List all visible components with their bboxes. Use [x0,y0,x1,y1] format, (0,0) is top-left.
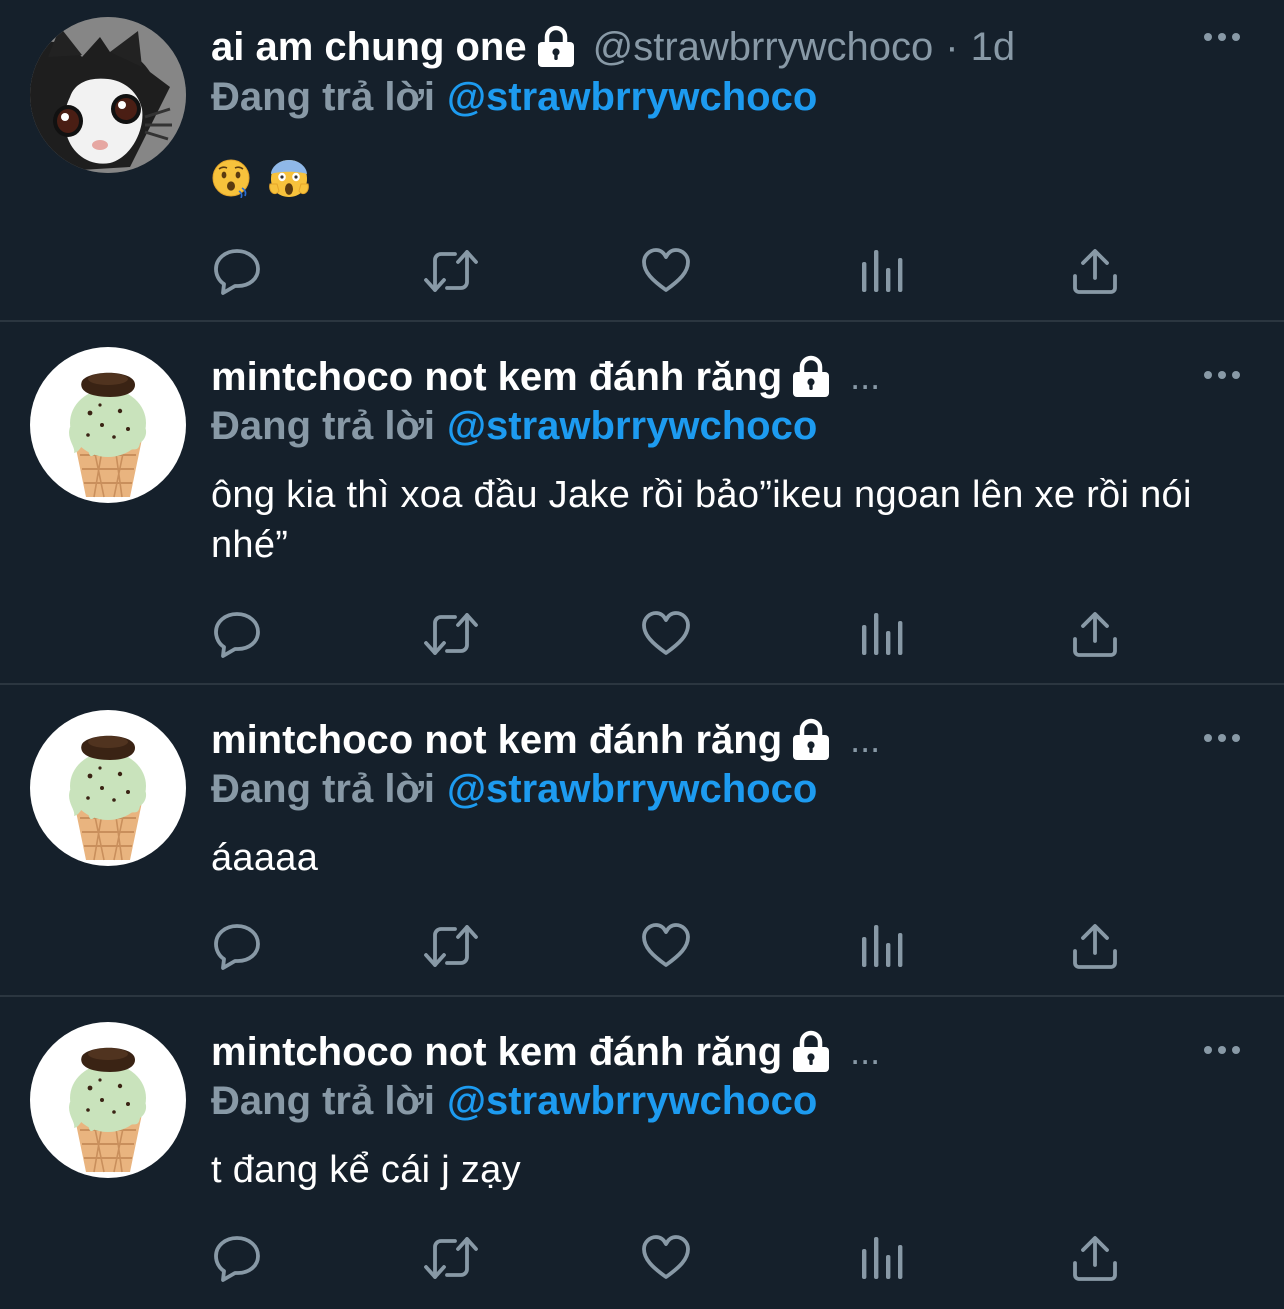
replying-to: Đang trả lời @strawbrrywchoco [211,401,817,451]
replying-to: Đang trả lời @strawbrrywchoco [211,72,817,122]
avatar[interactable] [30,17,186,173]
separator-dot: · [945,24,959,69]
tweet-header: mintchoco not kem đánh răng ... [211,1027,880,1077]
retweet-button[interactable] [423,246,479,296]
display-name[interactable]: ai am chung one [211,25,527,70]
like-button[interactable] [640,246,692,296]
user-handle[interactable]: @strawbrrywchoco [593,25,934,70]
analytics-button[interactable] [855,246,907,296]
analytics-icon [855,921,907,971]
reply-prefix: Đang trả lời [211,404,436,448]
reply-icon [211,246,263,296]
analytics-icon [855,1233,907,1283]
share-button[interactable] [1069,921,1121,971]
tweet-header: mintchoco not kem đánh răng ... [211,352,880,402]
display-name[interactable]: mintchoco not kem đánh răng [211,1030,782,1075]
tweet-text: ông kia thì xoa đầu Jake rồi bảo”ikeu ng… [211,474,1192,566]
lock-icon [790,1030,832,1074]
tweet-actions [211,921,1131,971]
analytics-button[interactable] [855,1233,907,1283]
like-icon [640,1233,692,1283]
mint-ice-cream-avatar-image [30,1022,186,1178]
reply-handle-link[interactable]: @strawbrrywchoco [447,75,817,119]
share-button[interactable] [1069,609,1121,659]
reply-handle-link[interactable]: @strawbrrywchoco [447,404,817,448]
more-options-icon[interactable] [1202,731,1242,745]
reply-button[interactable] [211,921,263,971]
replying-to: Đang trả lời @strawbrrywchoco [211,1076,817,1126]
analytics-icon [855,246,907,296]
retweet-button[interactable] [423,921,479,971]
share-icon [1069,246,1121,296]
lock-icon [790,718,832,762]
tweet-header: mintchoco not kem đánh răng ... [211,715,880,765]
screaming-face-emoji [269,158,309,198]
reply-handle-link[interactable]: @strawbrrywchoco [447,767,817,811]
share-button[interactable] [1069,246,1121,296]
like-button[interactable] [640,921,692,971]
avatar[interactable] [30,1022,186,1178]
like-icon [640,921,692,971]
avatar[interactable] [30,710,186,866]
lock-icon [790,355,832,399]
display-name[interactable]: mintchoco not kem đánh răng [211,718,782,763]
display-name[interactable]: mintchoco not kem đánh răng [211,355,782,400]
reply-icon [211,921,263,971]
retweet-button[interactable] [423,609,479,659]
avatar[interactable] [30,347,186,503]
tweet-actions [211,609,1131,659]
tweet-text: t đang kể cái j zạy [211,1149,521,1191]
tweet-actions [211,246,1131,296]
reply-button[interactable] [211,1233,263,1283]
truncated-ellipsis: ... [850,356,881,397]
like-icon [640,246,692,296]
share-icon [1069,1233,1121,1283]
analytics-button[interactable] [855,921,907,971]
cat-avatar-image [30,17,186,173]
lock-icon [535,25,577,69]
more-options-icon[interactable] [1202,30,1242,44]
reply-prefix: Đang trả lời [211,75,436,119]
retweet-icon [423,246,479,296]
tweet-header: ai am chung one @strawbrrywchoco · 1d [211,22,1015,72]
tweet-time[interactable]: 1d [971,25,1016,70]
hushed-face-emoji [211,158,251,198]
reply-button[interactable] [211,609,263,659]
tweet[interactable]: mintchoco not kem đánh răng ... Đang trả… [0,685,1284,997]
replying-to: Đang trả lời @strawbrrywchoco [211,764,817,814]
tweet[interactable]: mintchoco not kem đánh răng ... Đang trả… [0,322,1284,685]
reply-prefix: Đang trả lời [211,767,436,811]
share-icon [1069,921,1121,971]
like-button[interactable] [640,609,692,659]
tweet-text [211,158,309,198]
reply-handle-link[interactable]: @strawbrrywchoco [447,1079,817,1123]
share-icon [1069,609,1121,659]
truncated-ellipsis: ... [850,1031,881,1072]
tweet-actions [211,1233,1131,1283]
analytics-icon [855,609,907,659]
tweet[interactable]: mintchoco not kem đánh răng ... Đang trả… [0,997,1284,1309]
like-button[interactable] [640,1233,692,1283]
reply-icon [211,609,263,659]
mint-ice-cream-avatar-image [30,347,186,503]
tweet-text: áaaaa [211,837,319,879]
more-options-icon[interactable] [1202,1043,1242,1057]
tweet[interactable]: ai am chung one @strawbrrywchoco · 1d Đa… [0,0,1284,322]
share-button[interactable] [1069,1233,1121,1283]
truncated-ellipsis: ... [850,719,881,760]
analytics-button[interactable] [855,609,907,659]
like-icon [640,609,692,659]
retweet-icon [423,921,479,971]
retweet-icon [423,1233,479,1283]
retweet-icon [423,609,479,659]
retweet-button[interactable] [423,1233,479,1283]
reply-button[interactable] [211,246,263,296]
reply-prefix: Đang trả lời [211,1079,436,1123]
reply-icon [211,1233,263,1283]
more-options-icon[interactable] [1202,368,1242,382]
mint-ice-cream-avatar-image [30,710,186,866]
